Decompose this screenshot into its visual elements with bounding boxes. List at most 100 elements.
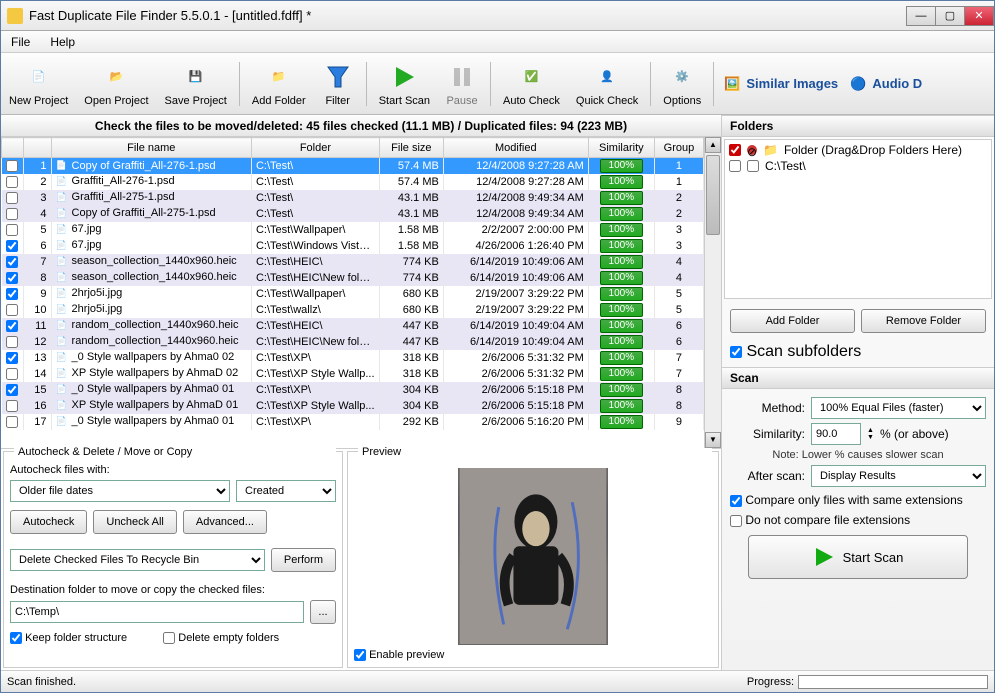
table-row[interactable]: 17📄_0 Style wallpapers by Ahma0 01C:\Tes… bbox=[2, 414, 704, 430]
table-row[interactable]: 1📄Copy of Graffiti_All-276-1.psdC:\Test\… bbox=[2, 158, 704, 174]
similarity-badge: 100% bbox=[600, 255, 644, 269]
similarity-badge: 100% bbox=[600, 335, 644, 349]
save-project-button[interactable]: 💾Save Project bbox=[157, 57, 235, 111]
folders-list-header: ⊘📁Folder (Drag&Drop Folders Here) bbox=[727, 142, 989, 158]
row-checkbox[interactable] bbox=[6, 272, 18, 284]
table-row[interactable]: 9📄2hrjo5i.jpgC:\Test\Wallpaper\680 KB2/1… bbox=[2, 286, 704, 302]
row-checkbox[interactable] bbox=[6, 320, 18, 332]
col-no[interactable] bbox=[23, 138, 51, 158]
row-checkbox[interactable] bbox=[6, 304, 18, 316]
row-checkbox[interactable] bbox=[6, 416, 18, 428]
similarity-input[interactable] bbox=[811, 423, 861, 445]
remove-folder-button[interactable]: Remove Folder bbox=[861, 309, 986, 333]
preview-image bbox=[458, 468, 608, 645]
maximize-button[interactable]: ▢ bbox=[935, 6, 965, 26]
files-table[interactable]: File name Folder File size Modified Simi… bbox=[1, 137, 704, 430]
audio-link[interactable]: 🔵Audio D bbox=[844, 76, 928, 92]
folders-list[interactable]: ⊘📁Folder (Drag&Drop Folders Here) C:\Tes… bbox=[724, 139, 992, 299]
after-scan-select[interactable]: Display Results bbox=[811, 465, 986, 487]
row-checkbox[interactable] bbox=[6, 208, 18, 220]
col-filename[interactable]: File name bbox=[51, 138, 251, 158]
table-row[interactable]: 14📄XP Style wallpapers by AhmaD 02C:\Tes… bbox=[2, 366, 704, 382]
uncheck-all-button[interactable]: Uncheck All bbox=[93, 510, 176, 534]
table-row[interactable]: 7📄season_collection_1440x960.heicC:\Test… bbox=[2, 254, 704, 270]
table-row[interactable]: 16📄XP Style wallpapers by AhmaD 01C:\Tes… bbox=[2, 398, 704, 414]
row-checkbox[interactable] bbox=[6, 256, 18, 268]
similarity-badge: 100% bbox=[600, 175, 644, 189]
filter-button[interactable]: Filter bbox=[314, 57, 362, 111]
quick-check-button[interactable]: 👤Quick Check bbox=[568, 57, 646, 111]
table-row[interactable]: 3📄Graffiti_All-275-1.psdC:\Test\43.1 MB1… bbox=[2, 190, 704, 206]
new-project-button[interactable]: 📄New Project bbox=[1, 57, 76, 111]
row-checkbox[interactable] bbox=[6, 336, 18, 348]
advanced-button[interactable]: Advanced... bbox=[183, 510, 267, 534]
add-folder-button-side[interactable]: Add Folder bbox=[730, 309, 855, 333]
table-row[interactable]: 13📄_0 Style wallpapers by Ahma0 02C:\Tes… bbox=[2, 350, 704, 366]
menu-help[interactable]: Help bbox=[40, 32, 85, 52]
col-folder[interactable]: Folder bbox=[251, 138, 379, 158]
file-icon: 📄 bbox=[56, 336, 70, 348]
row-checkbox[interactable] bbox=[6, 160, 18, 172]
row-checkbox[interactable] bbox=[6, 176, 18, 188]
minimize-button[interactable]: — bbox=[906, 6, 936, 26]
start-scan-button[interactable]: Start Scan bbox=[371, 57, 438, 111]
row-checkbox[interactable] bbox=[6, 192, 18, 204]
progress-bar bbox=[798, 675, 988, 689]
similar-images-link[interactable]: 🖼️Similar Images bbox=[718, 76, 844, 92]
ignore-ext-checkbox[interactable]: Do not compare file extensions bbox=[730, 513, 910, 527]
table-row[interactable]: 12📄random_collection_1440x960.heicC:\Tes… bbox=[2, 334, 704, 350]
table-row[interactable]: 4📄Copy of Graffiti_All-275-1.psdC:\Test\… bbox=[2, 206, 704, 222]
autocheck-button[interactable]: Autocheck bbox=[10, 510, 87, 534]
perform-button[interactable]: Perform bbox=[271, 548, 336, 572]
table-row[interactable]: 6📄67.jpgC:\Test\Windows Vista ...1.58 MB… bbox=[2, 238, 704, 254]
col-modified[interactable]: Modified bbox=[443, 138, 588, 158]
row-checkbox[interactable] bbox=[6, 352, 18, 364]
table-row[interactable]: 8📄season_collection_1440x960.heicC:\Test… bbox=[2, 270, 704, 286]
pause-button[interactable]: Pause bbox=[438, 57, 486, 111]
autocheck-criteria-select[interactable]: Older file dates bbox=[10, 480, 230, 502]
autocheck-datefield-select[interactable]: Created bbox=[236, 480, 336, 502]
browse-dest-button[interactable]: ... bbox=[310, 600, 336, 624]
table-row[interactable]: 5📄67.jpgC:\Test\Wallpaper\1.58 MB2/2/200… bbox=[2, 222, 704, 238]
col-group[interactable]: Group bbox=[654, 138, 703, 158]
sim-down[interactable]: ▼ bbox=[867, 434, 874, 441]
row-checkbox[interactable] bbox=[6, 224, 18, 236]
close-button[interactable]: ✕ bbox=[964, 6, 994, 26]
row-checkbox[interactable] bbox=[6, 400, 18, 412]
folder-row[interactable]: C:\Test\ bbox=[727, 158, 989, 174]
row-checkbox[interactable] bbox=[6, 288, 18, 300]
table-row[interactable]: 2📄Graffiti_All-276-1.psdC:\Test\57.4 MB1… bbox=[2, 174, 704, 190]
dest-folder-input[interactable] bbox=[10, 601, 304, 623]
scan-method-select[interactable]: 100% Equal Files (faster) bbox=[811, 397, 986, 419]
row-checkbox[interactable] bbox=[6, 368, 18, 380]
col-similarity[interactable]: Similarity bbox=[588, 138, 654, 158]
enable-preview-checkbox[interactable]: Enable preview bbox=[354, 649, 712, 661]
auto-check-button[interactable]: ✅Auto Check bbox=[495, 57, 568, 111]
col-size[interactable]: File size bbox=[379, 138, 443, 158]
menu-file[interactable]: File bbox=[1, 32, 40, 52]
autocheck-panel: Autocheck & Delete / Move or Copy Autoch… bbox=[3, 451, 343, 668]
sim-up[interactable]: ▲ bbox=[867, 427, 874, 434]
compare-ext-checkbox[interactable]: Compare only files with same extensions bbox=[730, 493, 963, 507]
options-button[interactable]: ⚙️Options bbox=[655, 57, 709, 111]
table-row[interactable]: 15📄_0 Style wallpapers by Ahma0 01C:\Tes… bbox=[2, 382, 704, 398]
open-project-button[interactable]: 📂Open Project bbox=[76, 57, 156, 111]
col-check[interactable] bbox=[2, 138, 24, 158]
table-row[interactable]: 10📄2hrjo5i.jpgC:\Test\wallz\680 KB2/19/2… bbox=[2, 302, 704, 318]
action-select[interactable]: Delete Checked Files To Recycle Bin bbox=[10, 549, 265, 571]
similarity-badge: 100% bbox=[600, 239, 644, 253]
file-icon: 📄 bbox=[56, 240, 70, 252]
keep-structure-checkbox[interactable]: Keep folder structure bbox=[10, 632, 127, 644]
scan-subfolders-checkbox[interactable]: Scan subfolders bbox=[730, 343, 861, 360]
add-folder-button[interactable]: 📁Add Folder bbox=[244, 57, 314, 111]
similarity-badge: 100% bbox=[600, 223, 644, 237]
start-scan-big-button[interactable]: Start Scan bbox=[748, 535, 968, 579]
table-row[interactable]: 11📄random_collection_1440x960.heicC:\Tes… bbox=[2, 318, 704, 334]
row-checkbox[interactable] bbox=[6, 384, 18, 396]
vertical-scrollbar[interactable]: ▲ ▼ bbox=[704, 137, 721, 448]
file-icon: 📄 bbox=[56, 384, 70, 396]
summary-banner: Check the files to be moved/deleted: 45 … bbox=[1, 115, 721, 137]
delete-empty-checkbox[interactable]: Delete empty folders bbox=[163, 632, 279, 644]
row-checkbox[interactable] bbox=[6, 240, 18, 252]
app-icon bbox=[7, 8, 23, 24]
